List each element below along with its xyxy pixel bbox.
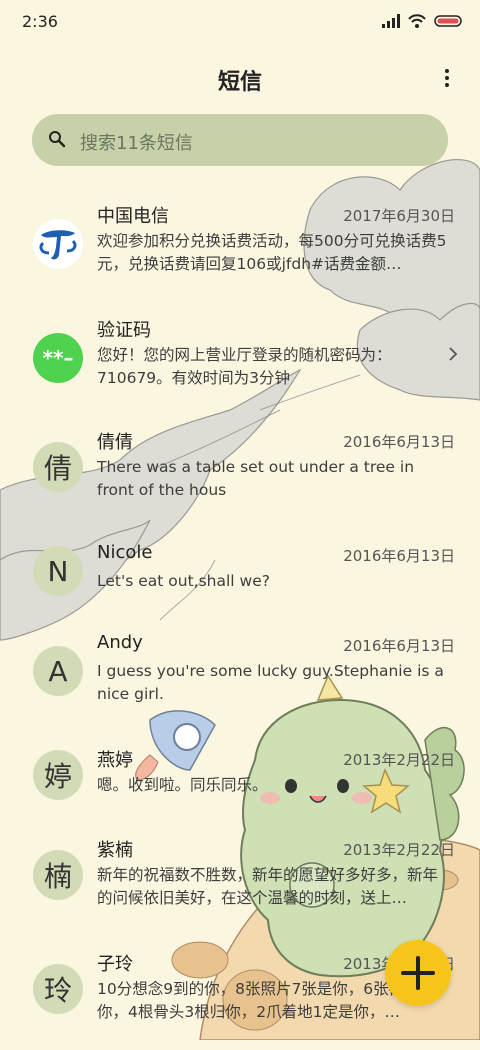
contact-name: 中国电信 [97, 206, 169, 227]
status-bar: 2:36 [0, 0, 480, 44]
telecom-logo-avatar [33, 219, 83, 269]
conversation-item[interactable]: 婷 燕婷 2013年2月22日 嗯。收到啦。同乐同乐。 [0, 746, 480, 846]
message-preview: There was a table set out under a tree i… [97, 458, 415, 499]
contact-name: 倩倩 [97, 432, 133, 453]
contact-avatar: 楠 [33, 850, 83, 900]
conversation-item[interactable]: A Andy 2016年6月13日 I guess you're some lu… [0, 632, 480, 732]
search-bar[interactable]: 搜索11条短信 [32, 114, 448, 166]
wifi-icon [408, 14, 426, 28]
telecom-logo-icon [39, 230, 77, 260]
conversation-item[interactable]: N Nicole 2016年6月13日 Let's eat out,shall … [0, 542, 480, 642]
message-preview: 嗯。收到啦。同乐同乐。 [97, 776, 268, 794]
contact-name: 子玲 [97, 954, 133, 975]
contact-name: Nicole [97, 542, 153, 563]
message-date: 2013年2月22日 [343, 841, 455, 859]
message-date: 2016年6月13日 [343, 433, 455, 451]
message-preview: 您好！您的网上营业厅登录的随机密码为：710679。有效时间为3分钟 [97, 346, 392, 387]
contact-avatar: 倩 [33, 442, 83, 492]
contact-name: Andy [97, 632, 143, 653]
contact-name: 验证码 [97, 320, 151, 341]
contact-name: 紫楠 [97, 840, 133, 861]
message-date: 2016年6月13日 [343, 637, 455, 655]
search-placeholder: 搜索11条短信 [80, 133, 193, 154]
contact-avatar: N [33, 546, 83, 596]
conversation-item[interactable]: 中国电信 2017年6月30日 欢迎参加积分兑换话费活动，每500分可兑换话费5… [0, 202, 480, 302]
message-date: 2017年6月30日 [343, 207, 455, 225]
status-time: 2:36 [22, 12, 58, 31]
contact-avatar: 玲 [33, 964, 83, 1014]
conversation-item[interactable]: 倩 倩倩 2016年6月13日 There was a table set ou… [0, 428, 480, 528]
message-preview: 新年的祝福数不胜数，新年的愿望好多好多，新年的问候依旧美好，在这个温馨的时刻，送… [97, 866, 439, 907]
signal-icon [382, 14, 400, 28]
message-preview: Let's eat out,shall we? [97, 572, 270, 590]
message-date: 2016年6月13日 [343, 547, 455, 565]
conversation-item[interactable]: 楠 紫楠 2013年2月22日 新年的祝福数不胜数，新年的愿望好多好多，新年的问… [0, 836, 480, 936]
contact-avatar: A [33, 646, 83, 696]
contact-name: 燕婷 [97, 750, 133, 771]
more-options-icon[interactable] [440, 66, 454, 92]
message-preview: 欢迎参加积分兑换话费活动，每500分可兑换话费5元，兑换话费请回复106或jfd… [97, 232, 447, 273]
message-preview: I guess you're some lucky guy.Stephanie … [97, 662, 444, 703]
chevron-right-icon [449, 347, 458, 361]
verification-code-avatar: **– [33, 333, 83, 383]
page-title: 短信 [217, 70, 262, 95]
new-message-button[interactable] [385, 940, 451, 1006]
battery-icon [434, 15, 462, 27]
conversation-item[interactable]: **– 验证码 您好！您的网上营业厅登录的随机密码为：710679。有效时间为3… [0, 316, 480, 416]
contact-avatar: 婷 [33, 750, 83, 800]
status-icons [382, 14, 462, 28]
message-date: 2013年2月22日 [343, 751, 455, 769]
search-icon [49, 131, 66, 148]
